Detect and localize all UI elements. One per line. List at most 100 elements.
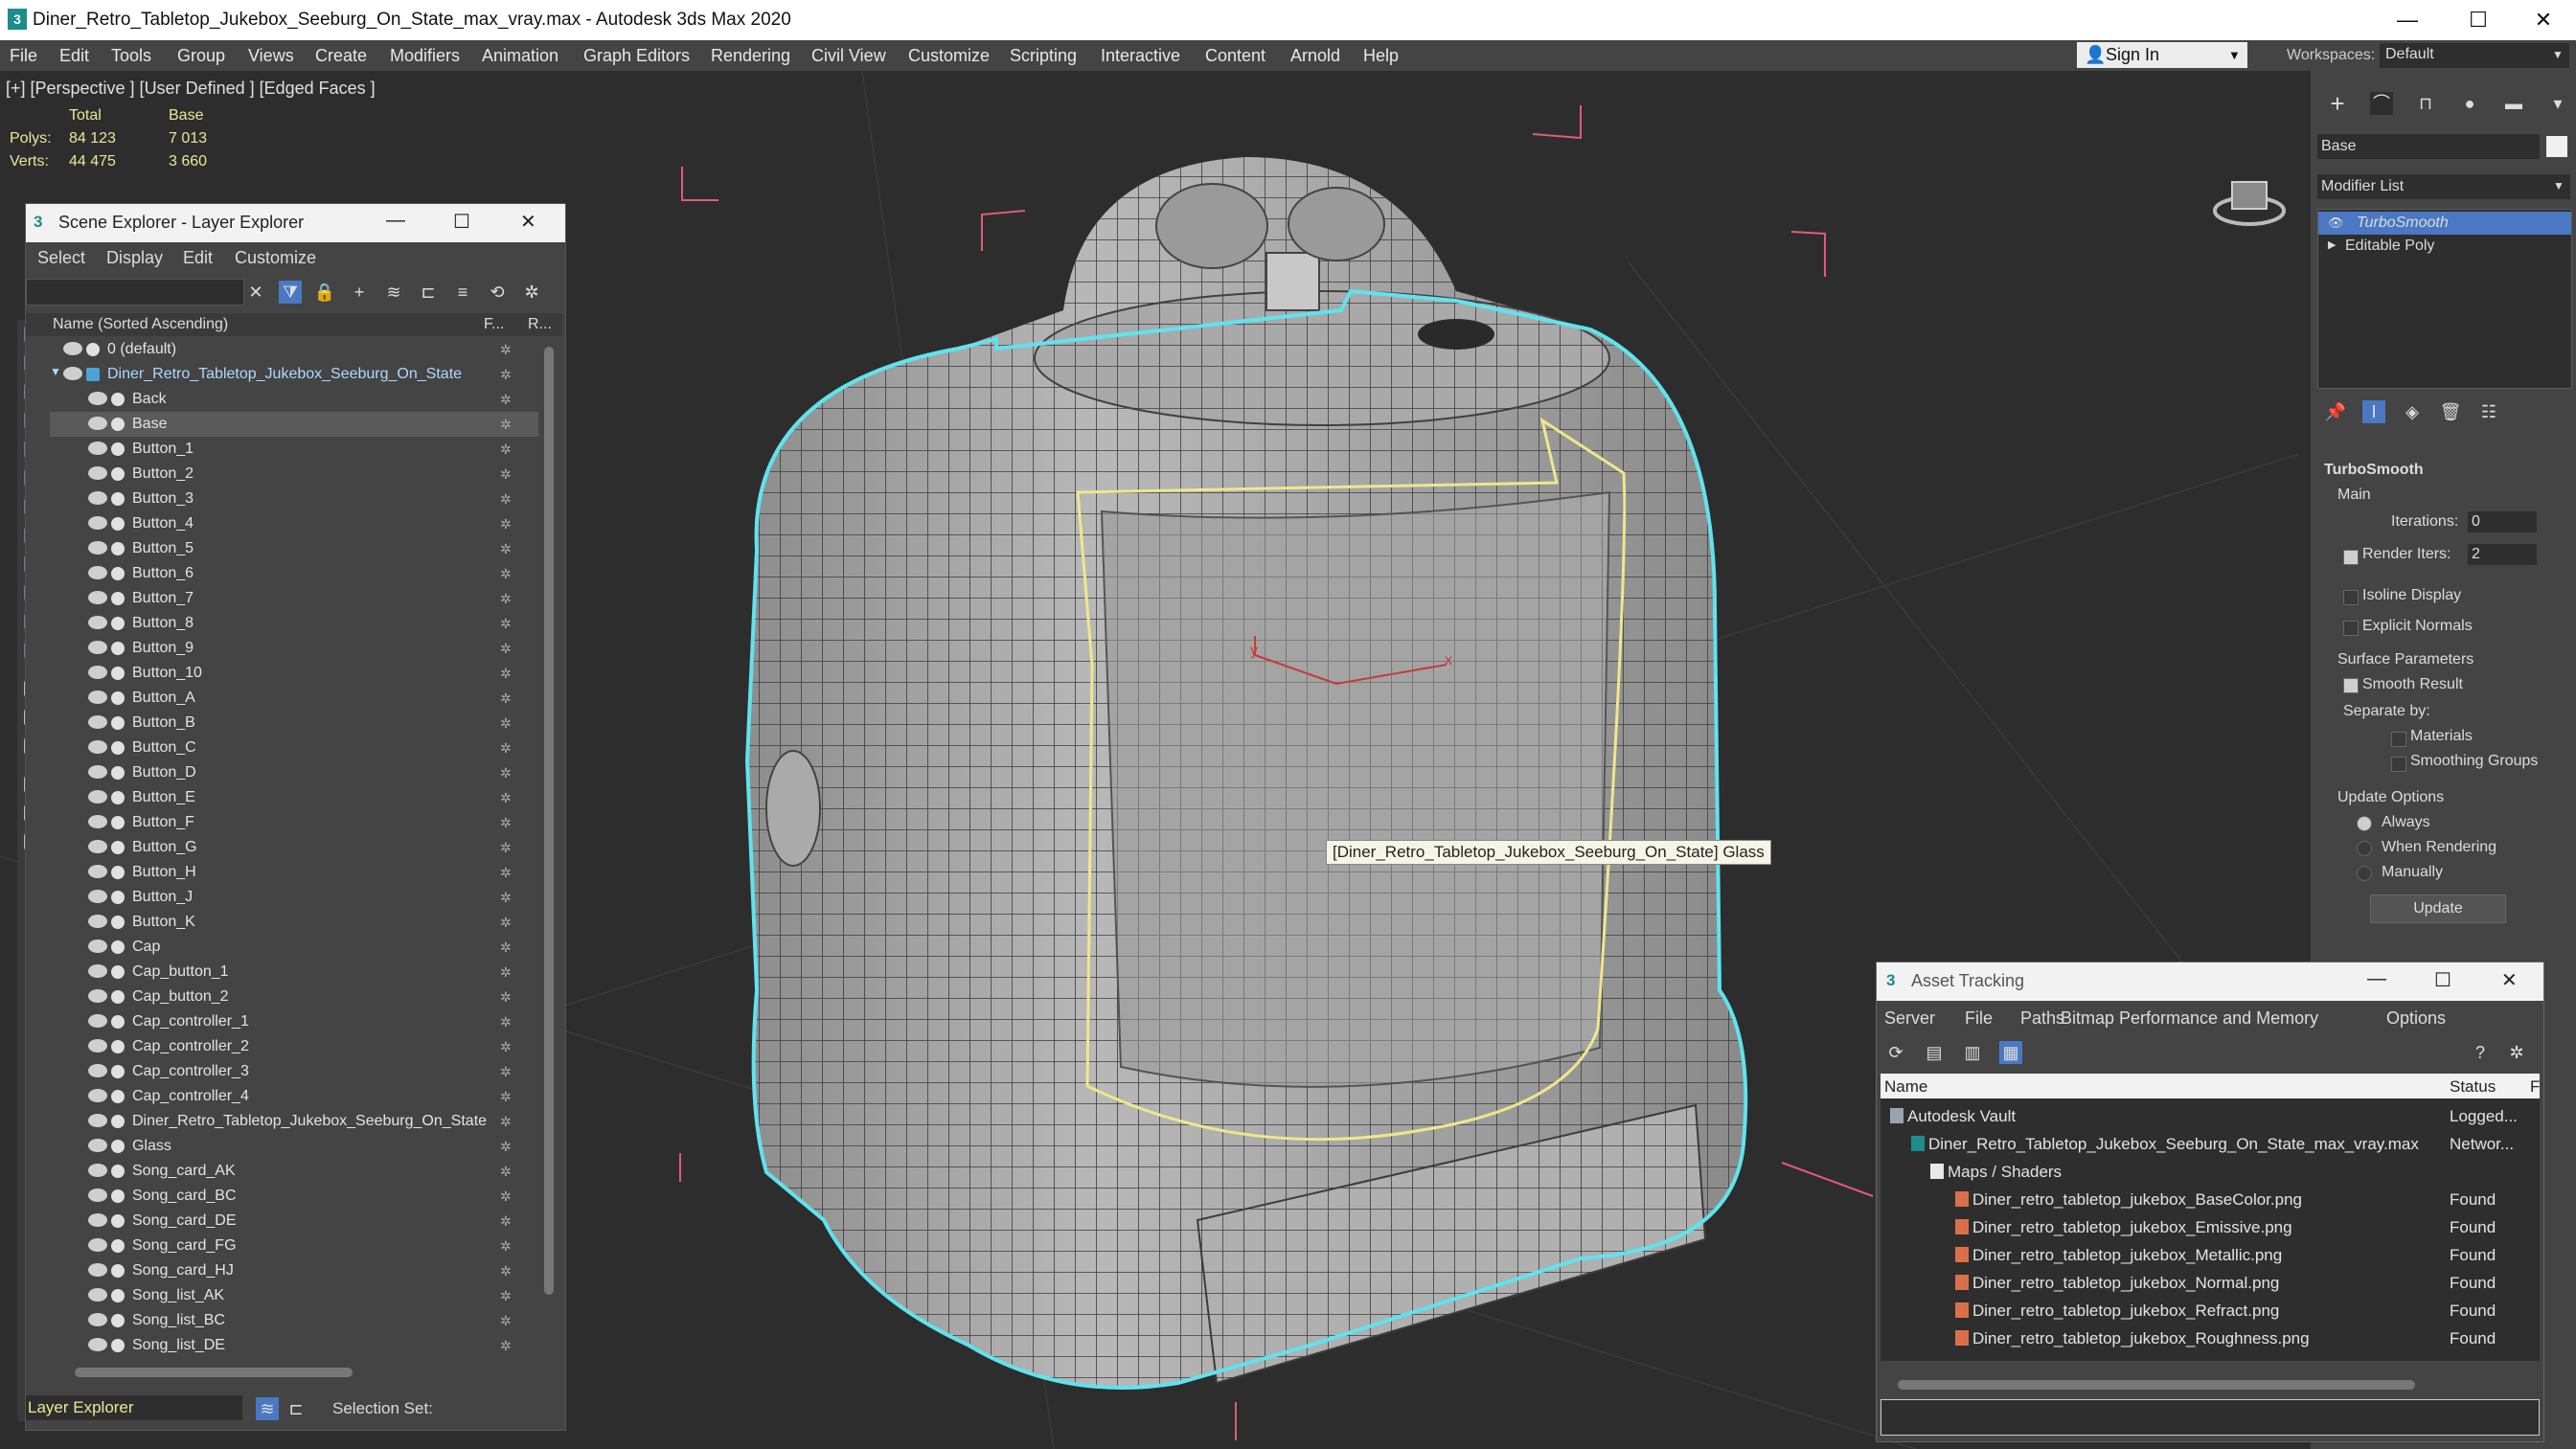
update-button[interactable]: Update — [2370, 894, 2506, 923]
show-end-result-icon[interactable]: Ⅰ — [2362, 400, 2385, 423]
hierarchy-tab-icon[interactable]: ⊓ — [2414, 92, 2437, 115]
object-row[interactable]: Button_10 ✲ — [50, 661, 538, 686]
object-row[interactable]: Song_card_DE ✲ — [50, 1209, 538, 1234]
create-tab-icon[interactable]: + — [2326, 91, 2349, 116]
tree-vertical-scrollbar[interactable] — [544, 347, 554, 1295]
freeze-icon[interactable]: ✲ — [500, 567, 513, 580]
object-color-swatch[interactable] — [2546, 136, 2567, 157]
freeze-icon[interactable]: ✲ — [500, 1264, 513, 1278]
menu-tools[interactable]: Tools — [111, 46, 151, 66]
refresh-icon[interactable]: ⟳ — [1884, 1041, 1907, 1064]
object-row[interactable]: Button_3 ✲ — [50, 487, 538, 511]
eye-icon[interactable] — [88, 1089, 107, 1102]
asset-row[interactable]: Diner_retro_tabletop_jukebox_Emissive.pn… — [1881, 1213, 2540, 1241]
eye-icon[interactable] — [63, 367, 82, 380]
object-row[interactable]: Button_4 ✲ — [50, 511, 538, 536]
menu-group[interactable]: Group — [177, 46, 225, 66]
eye-icon[interactable] — [88, 591, 107, 604]
render-iters-checkbox[interactable] — [2343, 550, 2359, 565]
object-row[interactable]: Song_card_AK ✲ — [50, 1159, 538, 1184]
maximize-button[interactable]: ☐ — [2434, 968, 2451, 992]
close-button[interactable]: ✕ — [2501, 968, 2518, 992]
object-row[interactable]: Button_E ✲ — [50, 785, 538, 810]
modify-tab-icon[interactable]: ⌒ — [2370, 92, 2393, 115]
menu-scripting[interactable]: Scripting — [1010, 46, 1077, 66]
eye-icon[interactable] — [88, 1313, 107, 1326]
asset-row[interactable]: Diner_retro_tabletop_jukebox_Normal.png F… — [1881, 1269, 2540, 1297]
eye-icon[interactable] — [88, 765, 107, 779]
sign-in-dropdown[interactable]: 👤 Sign In ▼ — [2077, 42, 2247, 68]
when-rendering-radio[interactable] — [2357, 841, 2372, 856]
menu-create[interactable]: Create — [315, 46, 367, 66]
freeze-icon[interactable]: ✲ — [500, 418, 513, 431]
freeze-icon[interactable]: ✲ — [500, 642, 513, 655]
freeze-icon[interactable]: ✲ — [500, 393, 513, 406]
eye-icon[interactable] — [88, 616, 107, 629]
object-row[interactable]: Glass ✲ — [50, 1134, 538, 1159]
eye-icon[interactable] — [88, 1014, 107, 1028]
eye-icon[interactable] — [88, 1189, 107, 1202]
object-row[interactable]: Button_2 ✲ — [50, 462, 538, 487]
close-button[interactable]: ✕ — [520, 210, 536, 234]
expand-arrow-icon[interactable]: ▶ — [2328, 238, 2336, 251]
freeze-icon[interactable]: ✲ — [500, 791, 513, 804]
eye-icon[interactable] — [88, 1139, 107, 1152]
object-row[interactable]: Song_list_DE ✲ — [50, 1333, 538, 1358]
menu-select[interactable]: Select — [37, 248, 85, 268]
menu-interactive[interactable]: Interactive — [1101, 46, 1180, 66]
freeze-icon[interactable]: ✲ — [500, 866, 513, 879]
eye-icon[interactable] — [88, 989, 107, 1003]
menu-graph-editors[interactable]: Graph Editors — [583, 46, 690, 66]
freeze-icon[interactable]: ✲ — [500, 1065, 513, 1078]
object-row[interactable]: Song_list_AK ✲ — [50, 1283, 538, 1308]
freeze-icon[interactable]: ✲ — [500, 1015, 513, 1029]
freeze-icon[interactable]: ✲ — [500, 1339, 513, 1352]
freeze-icon[interactable]: ✲ — [500, 965, 513, 979]
eye-icon[interactable] — [88, 740, 107, 754]
menu-arnold[interactable]: Arnold — [1290, 46, 1340, 66]
asset-horizontal-scrollbar[interactable] — [1898, 1380, 2415, 1390]
list-view-icon[interactable]: ▤ — [1923, 1041, 1946, 1064]
smooth-result-checkbox[interactable] — [2343, 678, 2359, 693]
freeze-icon[interactable]: ✲ — [500, 467, 513, 481]
object-row[interactable]: Song_list_BC ✲ — [50, 1308, 538, 1333]
column-name[interactable]: Name — [1884, 1077, 1927, 1097]
object-name-input[interactable]: Base — [2317, 134, 2540, 159]
manually-radio[interactable] — [2357, 866, 2372, 881]
freeze-icon[interactable]: ✲ — [500, 940, 513, 954]
eye-icon[interactable] — [88, 641, 107, 654]
configure-sets-icon[interactable]: ☷ — [2477, 400, 2500, 423]
object-row[interactable]: Button_G ✲ — [50, 835, 538, 860]
menu-civil-view[interactable]: Civil View — [811, 46, 886, 66]
minimize-button[interactable]: — — [386, 210, 405, 232]
freeze-icon[interactable]: ✲ — [500, 741, 513, 755]
asset-row[interactable]: Diner_retro_tabletop_jukebox_Refract.png… — [1881, 1297, 2540, 1324]
column-render[interactable]: R... — [528, 316, 552, 333]
menu-options[interactable]: Options — [2386, 1008, 2446, 1029]
minimize-button[interactable]: — — [2367, 968, 2386, 990]
menu-rendering[interactable]: Rendering — [711, 46, 790, 66]
object-row[interactable]: Button_7 ✲ — [50, 586, 538, 611]
layers-icon[interactable]: ≋ — [256, 1397, 279, 1420]
column-extra[interactable]: F — [2530, 1077, 2540, 1097]
object-row[interactable]: Cap_controller_3 ✲ — [50, 1059, 538, 1084]
freeze-icon[interactable]: ✲ — [500, 1140, 513, 1153]
object-row[interactable]: Button_1 ✲ — [50, 437, 538, 462]
freeze-icon[interactable]: ✲ — [500, 891, 513, 904]
menu-file[interactable]: File — [1965, 1008, 1993, 1029]
object-row[interactable]: Button_H ✲ — [50, 860, 538, 885]
eye-icon[interactable] — [88, 890, 107, 903]
object-row[interactable]: Cap_button_2 ✲ — [50, 985, 538, 1009]
close-button[interactable]: ✕ — [2515, 0, 2572, 40]
eye-icon[interactable] — [88, 1164, 107, 1177]
object-row[interactable]: Song_card_BC ✲ — [50, 1184, 538, 1209]
freeze-icon[interactable]: ✲ — [500, 916, 513, 929]
always-radio[interactable] — [2357, 816, 2372, 831]
eye-icon[interactable] — [88, 392, 107, 405]
tree-horizontal-scrollbar[interactable] — [75, 1368, 353, 1377]
eye-icon[interactable] — [88, 441, 107, 455]
asset-path-field[interactable] — [1881, 1399, 2540, 1436]
eye-icon[interactable] — [88, 1263, 107, 1277]
lock-icon[interactable]: 🔒 — [313, 281, 336, 304]
object-row[interactable]: Button_9 ✲ — [50, 636, 538, 661]
